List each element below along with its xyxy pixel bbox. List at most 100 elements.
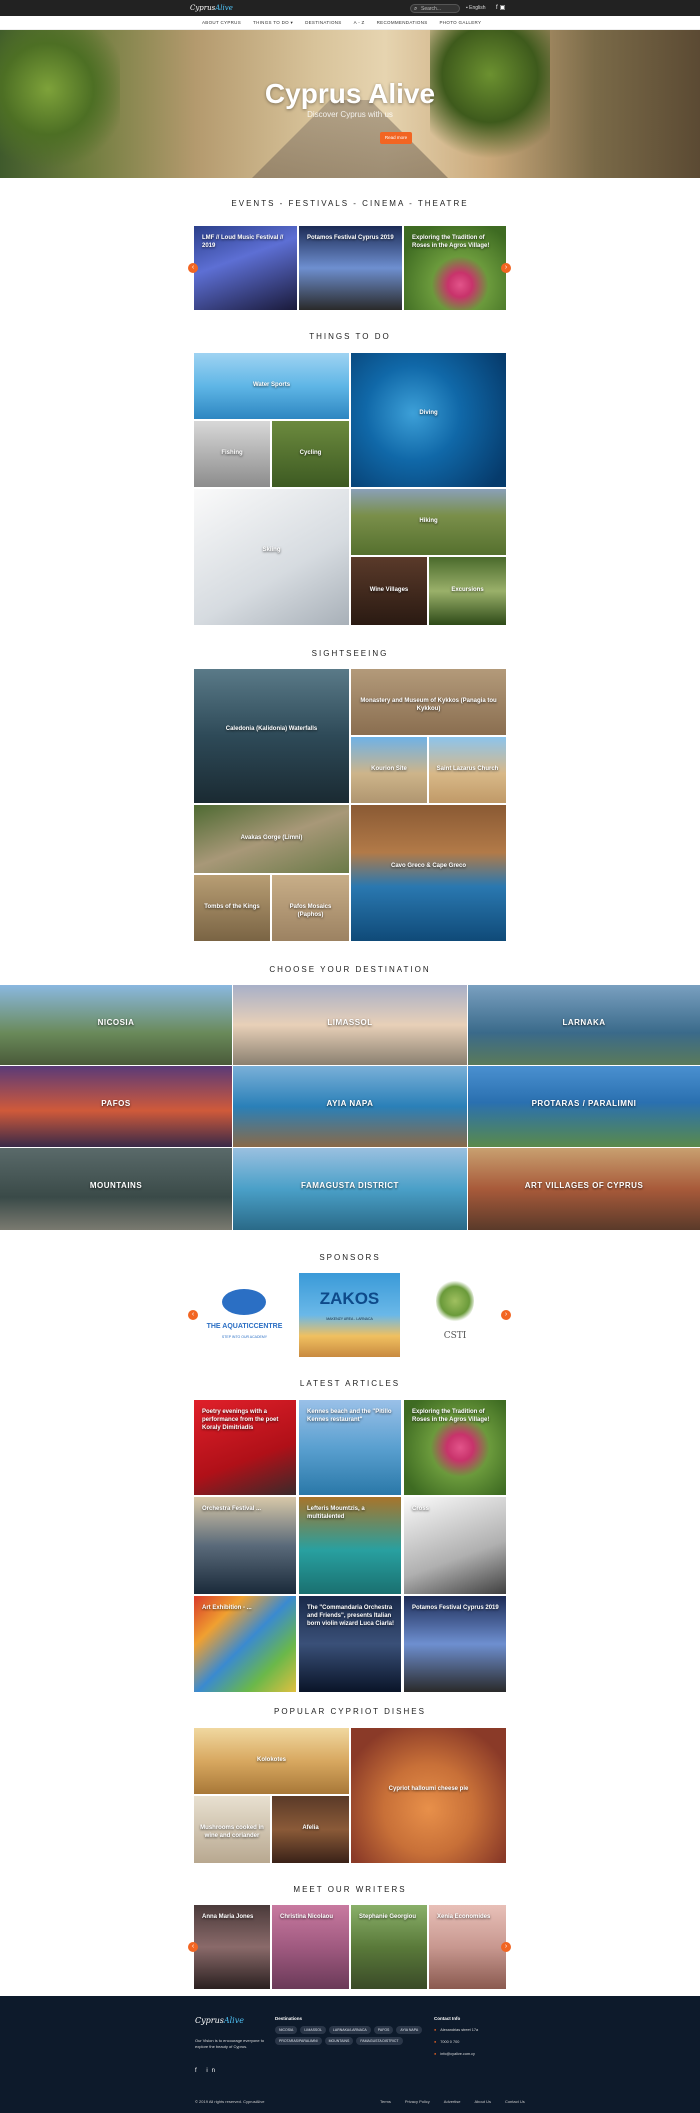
thing-card-title: Cycling (299, 449, 322, 456)
thing-card[interactable]: Wine Villages (351, 557, 427, 625)
event-card[interactable]: LMF // Loud Music Festival // 2019 (194, 226, 297, 310)
article-card-title: Exploring the Tradition of Roses in the … (412, 1409, 490, 1423)
footer-email[interactable]: ● info@cyalive.com.cy (434, 2052, 475, 2056)
footer-link-privacy[interactable]: Privacy Policy (405, 2099, 430, 2104)
destination-tag[interactable]: FAMAGUSTA DISTRICT (356, 2037, 403, 2045)
nav-item-things-to-do[interactable]: THINGS TO DO ▾ (247, 19, 299, 27)
events-next-arrow[interactable]: › (501, 263, 511, 273)
sight-card[interactable]: Tombs of the Kings (194, 875, 270, 941)
dish-card[interactable]: Afelia (272, 1796, 349, 1863)
writer-card-name: Christina Nicolaou (280, 1914, 334, 1920)
dish-card[interactable]: Cypriot halloumi cheese pie (351, 1728, 506, 1863)
writers-next-arrow[interactable]: › (501, 1942, 511, 1952)
article-card[interactable]: Cross (404, 1497, 506, 1594)
dish-card[interactable]: Kolokotes (194, 1728, 349, 1794)
destination-tag[interactable]: PROTARAS/PARALIMNI (275, 2037, 322, 2045)
destination-tag[interactable]: LARNAKA/LARNACA (328, 2026, 371, 2034)
thing-card[interactable]: Fishing (194, 421, 270, 487)
destination-tag[interactable]: LIMASSOL (300, 2026, 326, 2034)
thing-card[interactable]: Diving (351, 353, 506, 487)
sponsor-card-zakos[interactable]: ZAKOS MAKENZY AREA - LARNACA (299, 1273, 400, 1357)
thing-card[interactable]: Water Sports (194, 353, 349, 419)
writer-card[interactable]: Xenia Economides (429, 1905, 506, 1989)
sight-card-title: Pafos Mosaics (Paphos) (289, 903, 332, 918)
search-input[interactable]: ⌕ Search... (410, 4, 460, 13)
sight-card[interactable]: Caledonia (Kalidonia) Waterfalls (194, 669, 349, 803)
dish-card[interactable]: Mushrooms cooked in wine and coriander (194, 1796, 270, 1863)
language-selector[interactable]: ▪ English (466, 4, 486, 12)
footer-link-advertise[interactable]: Advertise (444, 2099, 461, 2104)
destination-card-title: NICOSIA (97, 1017, 135, 1027)
footer-social[interactable]: f in (195, 2068, 219, 2074)
destination-tag[interactable]: MOUNTAINS (324, 2037, 354, 2045)
footer-phone[interactable]: ● 7000 0 700 (434, 2040, 459, 2044)
sight-card[interactable]: Kourion Site (351, 737, 427, 803)
sponsors-prev-arrow[interactable]: ‹ (188, 1310, 198, 1320)
article-card[interactable]: Orchestra Festival ... (194, 1497, 296, 1594)
thing-card-title: Excursions (451, 586, 484, 593)
nav-item-about[interactable]: ABOUT CYPRUS (196, 19, 247, 27)
destination-card[interactable]: PROTARAS / PARALIMNI (468, 1066, 700, 1147)
destination-card[interactable]: FAMAGUSTA DISTRICT (233, 1148, 467, 1230)
destination-card-title: AYIA NAPA (326, 1099, 374, 1109)
sponsor-card-aquatic[interactable]: THE AQUATICCENTRE STEP INTO OUR ACADEMY (194, 1273, 295, 1357)
sight-card[interactable]: Avakas Gorge (Limni) (194, 805, 349, 873)
article-card[interactable]: Art Exhibition - ... (194, 1596, 296, 1692)
article-card[interactable]: Lefteris Moumtzis, a multitalented (299, 1497, 401, 1594)
sight-card[interactable]: Cavo Greco & Cape Greco (351, 805, 506, 941)
sight-card[interactable]: Pafos Mosaics (Paphos) (272, 875, 349, 941)
phone-icon: ● (434, 2040, 437, 2044)
sight-card[interactable]: Monastery and Museum of Kykkos (Panagia … (351, 669, 506, 735)
destinations-title: CHOOSE YOUR DESTINATION (269, 965, 431, 974)
hero-read-more-button[interactable]: Read more (380, 132, 412, 144)
thing-card[interactable]: Hiking (351, 489, 506, 555)
nav-item-photo-gallery[interactable]: PHOTO GALLERY (434, 19, 488, 27)
article-card-title: Kennes beach and the "Pitillo Kennes res… (307, 1409, 392, 1423)
footer-link-about[interactable]: About Us (474, 2099, 490, 2104)
thing-card[interactable]: Skiing (194, 489, 349, 625)
thing-card[interactable]: Cycling (272, 421, 349, 487)
main-nav: ABOUT CYPRUS THINGS TO DO ▾ DESTINATIONS… (0, 16, 700, 30)
footer-copyright: © 2019 All rights reserved. CyprusAlive (195, 2099, 265, 2104)
event-card-title: LMF // Loud Music Festival // 2019 (202, 235, 284, 249)
article-card[interactable]: Poetry evenings with a performance from … (194, 1400, 296, 1495)
nav-item-a-z[interactable]: A - Z (348, 19, 371, 27)
destination-card[interactable]: ART VILLAGES OF CYPRUS (468, 1148, 700, 1230)
event-card[interactable]: Exploring the Tradition of Roses in the … (404, 226, 506, 310)
writer-card[interactable]: Stephanie Georgiou (351, 1905, 427, 1989)
footer-link-contact[interactable]: Contact Us (505, 2099, 525, 2104)
destination-card[interactable]: LIMASSOL (233, 985, 467, 1065)
footer-link-terms[interactable]: Terms (380, 2099, 391, 2104)
destination-card-title: FAMAGUSTA DISTRICT (301, 1181, 399, 1191)
thing-card[interactable]: Excursions (429, 557, 506, 625)
thing-card-title: Skiing (262, 547, 281, 554)
destination-card[interactable]: MOUNTAINS (0, 1148, 232, 1230)
article-card[interactable]: Kennes beach and the "Pitillo Kennes res… (299, 1400, 401, 1495)
article-card[interactable]: Exploring the Tradition of Roses in the … (404, 1400, 506, 1495)
destination-card[interactable]: NICOSIA (0, 985, 232, 1065)
destination-card[interactable]: LARNAKA (468, 985, 700, 1065)
writer-card[interactable]: Anna Maria Jones (194, 1905, 270, 1989)
destination-tag[interactable]: NICOSIA (275, 2026, 298, 2034)
event-card[interactable]: Potamos Festival Cyprus 2019 (299, 226, 402, 310)
events-prev-arrow[interactable]: ‹ (188, 263, 198, 273)
sponsor-card-csti[interactable]: CSTI (404, 1273, 506, 1357)
destination-card[interactable]: PAFOS (0, 1066, 232, 1147)
article-card[interactable]: Potamos Festival Cyprus 2019 (404, 1596, 506, 1692)
destination-tag[interactable]: AYIA NAPA (396, 2026, 423, 2034)
article-card[interactable]: The "Commandaria Orchestra and Friends",… (299, 1596, 401, 1692)
writer-card[interactable]: Christina Nicolaou (272, 1905, 349, 1989)
footer-logo[interactable]: CyprusAlive (195, 2016, 244, 2025)
sight-card[interactable]: Saint Lazarus Church (429, 737, 506, 803)
nav-item-recommendations[interactable]: RECOMMENDATIONS (371, 19, 434, 27)
sponsor-name: ZAKOS (319, 1289, 380, 1308)
destination-tag[interactable]: PAFOS (373, 2026, 394, 2034)
hero-title: Cyprus Alive (264, 78, 436, 109)
sponsors-next-arrow[interactable]: › (501, 1310, 511, 1320)
site-logo[interactable]: CyprusAlive (190, 2, 233, 14)
destination-card[interactable]: AYIA NAPA (233, 1066, 467, 1147)
instagram-icon[interactable]: ▣ (500, 5, 508, 11)
nav-item-destinations[interactable]: DESTINATIONS (299, 19, 348, 27)
writers-prev-arrow[interactable]: ‹ (188, 1942, 198, 1952)
thing-card-title: Water Sports (252, 381, 291, 388)
